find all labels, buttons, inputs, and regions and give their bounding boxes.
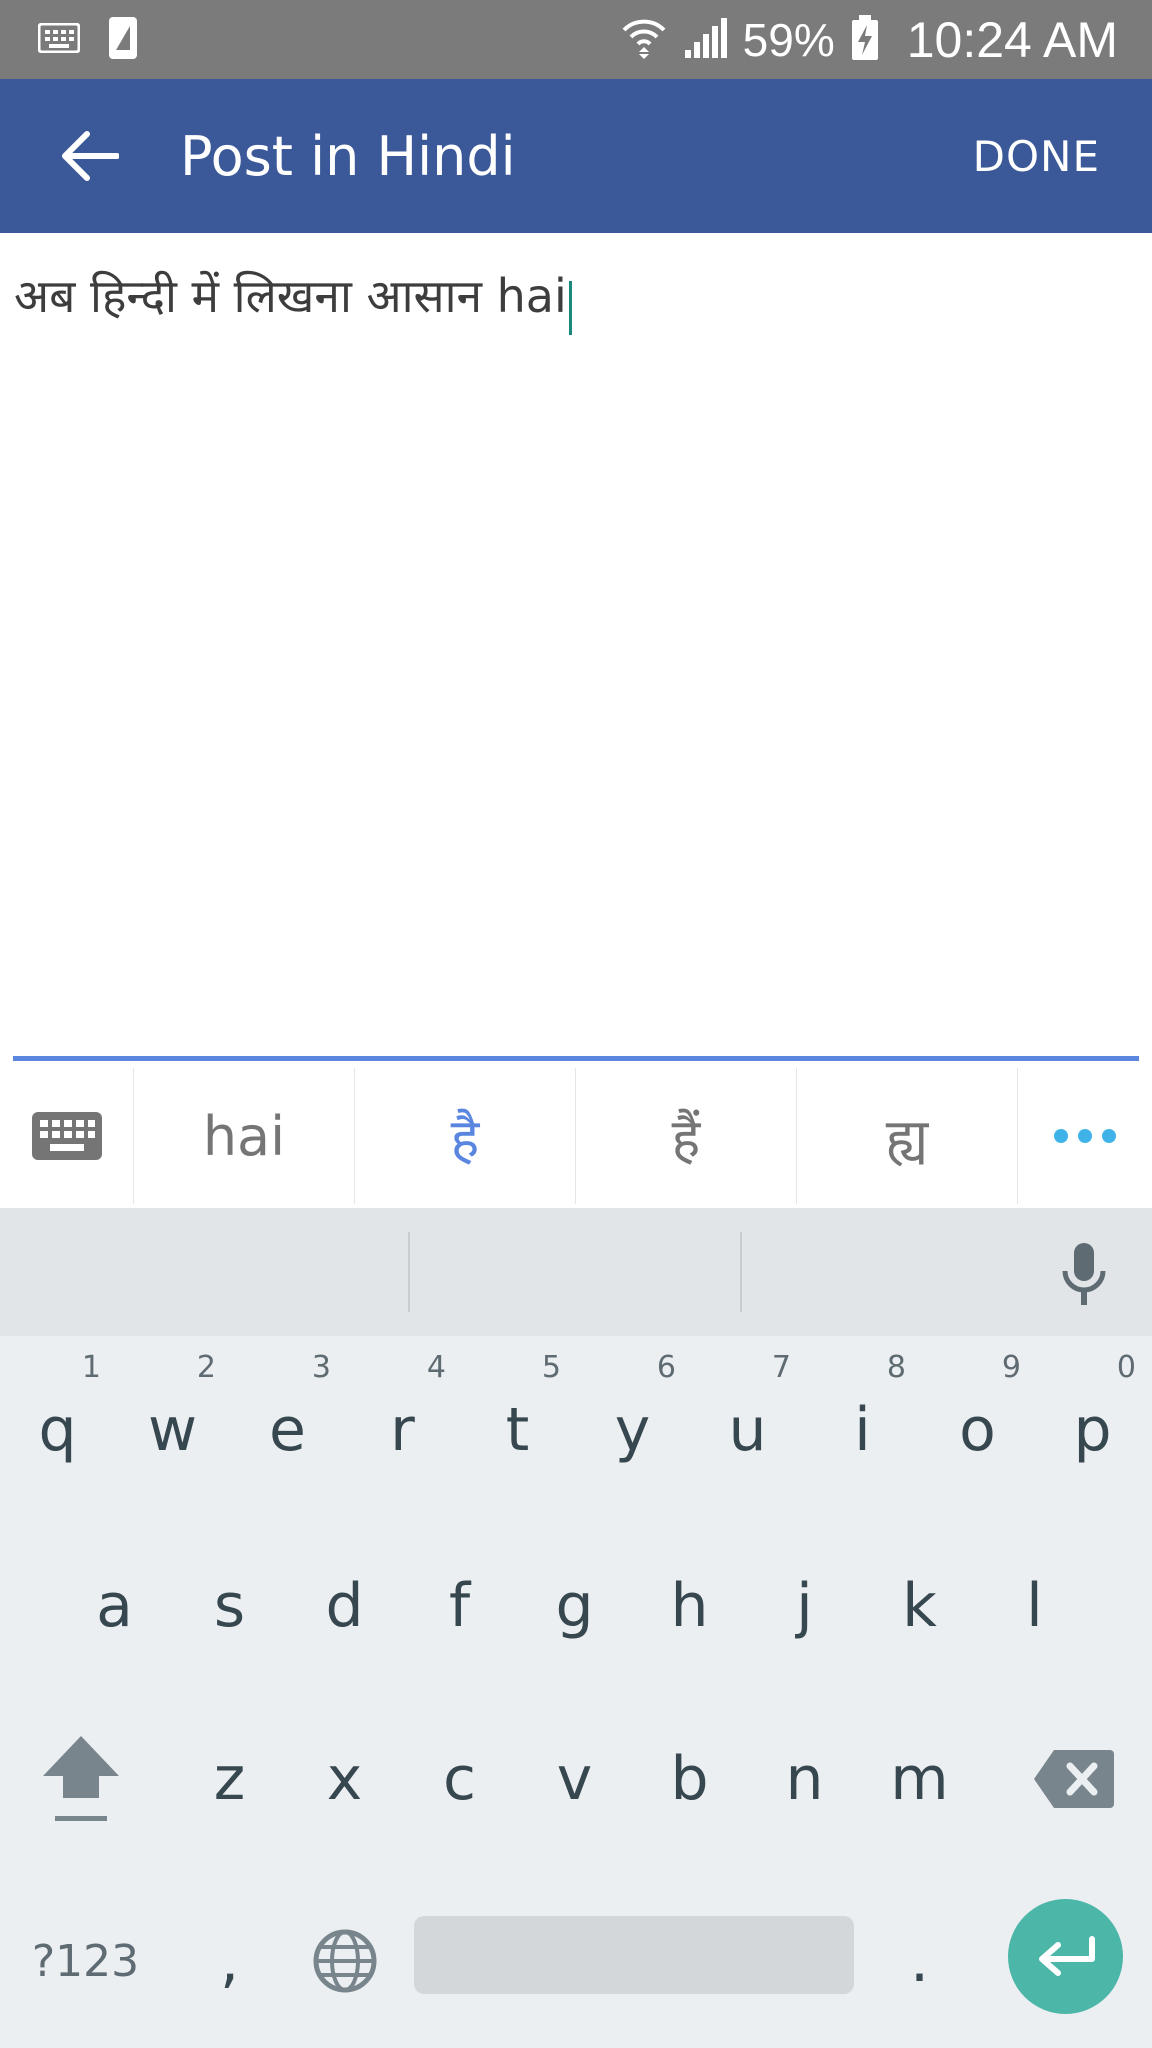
key-x[interactable]: x [287,1699,402,1859]
key-p[interactable]: p0 [1035,1336,1150,1496]
key-c[interactable]: c [402,1699,517,1859]
post-text-area[interactable]: अब हिन्दी में लिखना आसान hai [0,233,1152,1055]
key-u[interactable]: u7 [690,1336,805,1496]
space-key[interactable] [414,1916,854,1994]
text-cursor [568,280,572,335]
key-i[interactable]: i8 [805,1336,920,1496]
key-o[interactable]: o9 [920,1336,1035,1496]
arrow-left-icon [62,131,119,181]
keyboard-switch-button[interactable] [0,1068,134,1204]
page-title: Post in Hindi [180,124,516,188]
shift-icon [42,1736,119,1821]
done-button[interactable]: DONE [973,132,1100,181]
signal-icon [683,17,727,62]
keyboard: q1 w2 e3 r4 t5 y6 u7 i8 o9 p0 a s d f g … [0,1208,1152,2048]
period-key[interactable]: . [862,1881,977,2041]
globe-icon [313,1929,376,1993]
key-g[interactable]: g [517,1526,632,1686]
suggestion-3[interactable]: हैं [576,1068,797,1204]
suggestion-2[interactable]: है [355,1068,576,1204]
symbols-key[interactable]: ?123 [28,1881,143,2041]
key-s[interactable]: s [172,1526,287,1686]
key-h[interactable]: h [632,1526,747,1686]
key-d[interactable]: d [287,1526,402,1686]
key-e[interactable]: e3 [230,1336,345,1496]
key-n[interactable]: n [747,1699,862,1859]
backspace-icon [1033,1750,1114,1808]
editor-divider [13,1056,1139,1061]
key-b[interactable]: b [632,1699,747,1859]
suggestion-1[interactable]: hai [134,1068,355,1204]
toolbar-divider [740,1232,742,1312]
toolbar-divider [408,1232,410,1312]
voice-input-button[interactable] [1044,1234,1124,1314]
key-k[interactable]: k [862,1526,977,1686]
microphone-icon [1062,1243,1106,1305]
keyboard-toolbar [0,1208,1152,1336]
key-q[interactable]: q1 [0,1336,115,1496]
key-r[interactable]: r4 [345,1336,460,1496]
post-text: अब हिन्दी में लिखना आसान hai [14,269,567,323]
key-j[interactable]: j [747,1526,862,1686]
key-t[interactable]: t5 [460,1336,575,1496]
suggestion-bar: hai है हैं ह्य [0,1068,1152,1204]
key-z[interactable]: z [172,1699,287,1859]
key-rows: q1 w2 e3 r4 t5 y6 u7 i8 o9 p0 a s d f g … [0,1336,1152,2048]
sim-card-icon [108,16,138,64]
backspace-key[interactable] [1015,1699,1130,1859]
key-v[interactable]: v [517,1699,632,1859]
more-suggestions-button[interactable] [1018,1068,1152,1204]
return-arrow-icon [1038,1935,1095,1976]
status-bar: 59% 10:24 AM [0,0,1152,79]
wifi-icon [621,16,667,64]
comma-key[interactable]: , [172,1881,287,2041]
back-button[interactable] [40,106,140,206]
app-bar: Post in Hindi DONE [0,79,1152,233]
keyboard-icon [31,1112,102,1160]
key-l[interactable]: l [977,1526,1092,1686]
clock: 10:24 AM [906,11,1118,68]
key-m[interactable]: m [862,1699,977,1859]
key-w[interactable]: w2 [115,1336,230,1496]
battery-percent: 59% [742,13,835,66]
battery-charging-icon [851,14,879,65]
key-f[interactable]: f [402,1526,517,1686]
keyboard-notification-icon [37,22,81,57]
key-y[interactable]: y6 [575,1336,690,1496]
shift-key[interactable] [23,1699,138,1859]
suggestion-4[interactable]: ह्य [797,1068,1018,1204]
enter-key[interactable] [1008,1899,1123,2014]
key-a[interactable]: a [57,1526,172,1686]
more-dots-icon [1049,1129,1121,1143]
language-key[interactable] [287,1881,402,2041]
